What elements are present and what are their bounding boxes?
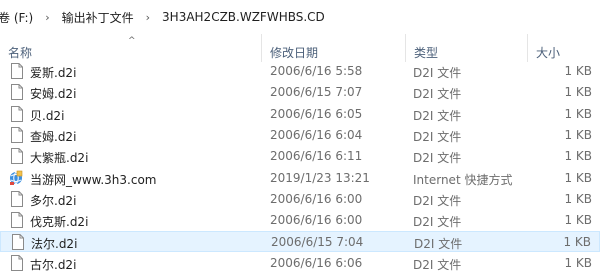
file-icon bbox=[10, 63, 24, 79]
breadcrumb-separator-icon[interactable]: › bbox=[138, 11, 158, 24]
file-modified-date: 2019/1/23 13:21 bbox=[270, 170, 370, 185]
file-size: 1 KB bbox=[564, 255, 592, 270]
file-name: 法尔.d2i bbox=[31, 237, 78, 252]
file-row[interactable]: 当游网_www.3h3.com 2019/1/23 13:21 Internet 快… bbox=[0, 168, 600, 189]
file-name: 贝.d2i bbox=[30, 108, 65, 123]
file-row[interactable]: 爱斯.d2i 2006/6/16 5:58 D2I 文件 1 KB bbox=[0, 61, 600, 82]
file-type: D2I 文件 bbox=[414, 237, 463, 252]
breadcrumb-separator-icon[interactable]: › bbox=[37, 11, 57, 24]
column-header-name[interactable]: 名称 bbox=[0, 34, 262, 62]
file-name: 伐克斯.d2i bbox=[30, 215, 89, 230]
file-modified-date: 2006/6/16 6:00 bbox=[270, 191, 363, 206]
file-size: 1 KB bbox=[564, 149, 592, 164]
file-icon bbox=[10, 126, 24, 143]
file-modified-date: 2006/6/16 5:58 bbox=[270, 64, 363, 78]
file-row[interactable]: 法尔.d2i 2006/6/15 7:04 D2I 文件 1 KB bbox=[0, 231, 600, 253]
file-type: D2I 文件 bbox=[413, 129, 462, 144]
file-type: D2I 文件 bbox=[413, 193, 462, 208]
file-modified-date: 2006/6/16 6:11 bbox=[270, 149, 363, 164]
file-type: D2I 文件 bbox=[413, 215, 462, 230]
breadcrumb-item-current[interactable]: 3H3AH2CZB.WZFWHBS.CD bbox=[158, 10, 329, 24]
column-header-type[interactable]: 类型 bbox=[406, 34, 528, 62]
file-type: D2I 文件 bbox=[413, 87, 462, 102]
file-icon bbox=[10, 105, 24, 122]
column-header-date[interactable]: 修改日期 bbox=[262, 34, 406, 62]
file-row[interactable]: 贝.d2i 2006/6/16 6:05 D2I 文件 1 KB bbox=[0, 104, 600, 125]
file-name: 查姆.d2i bbox=[30, 129, 77, 144]
file-icon bbox=[10, 254, 24, 271]
file-modified-date: 2006/6/15 7:04 bbox=[271, 235, 364, 250]
file-modified-date: 2006/6/16 6:04 bbox=[270, 127, 363, 142]
file-row[interactable]: 多尔.d2i 2006/6/16 6:00 D2I 文件 1 KB bbox=[0, 189, 600, 210]
file-name: 当游网_www.3h3.com bbox=[30, 172, 157, 187]
file-row[interactable]: 查姆.d2i 2006/6/16 6:04 D2I 文件 1 KB bbox=[0, 125, 600, 146]
file-icon bbox=[11, 234, 25, 251]
column-header-row: ^ 名称 修改日期 类型 大小 bbox=[0, 34, 600, 62]
internet-shortcut-icon bbox=[8, 170, 23, 186]
file-size: 1 KB bbox=[564, 85, 592, 100]
file-name: 爱斯.d2i bbox=[30, 66, 77, 80]
file-size: 1 KB bbox=[564, 127, 592, 142]
breadcrumb-item-drive[interactable]: 卷 (F:) bbox=[0, 9, 37, 26]
file-name: 多尔.d2i bbox=[30, 193, 77, 208]
file-modified-date: 2006/6/16 6:00 bbox=[270, 213, 363, 228]
file-icon bbox=[10, 190, 24, 207]
file-size: 1 KB bbox=[564, 191, 592, 206]
file-name: 古尔.d2i bbox=[30, 257, 77, 272]
column-header-size[interactable]: 大小 bbox=[528, 34, 600, 62]
file-type: Internet 快捷方式 bbox=[413, 172, 513, 187]
file-size: 1 KB bbox=[564, 64, 592, 78]
file-size: 1 KB bbox=[563, 235, 591, 250]
file-type: D2I 文件 bbox=[413, 151, 462, 166]
file-type: D2I 文件 bbox=[413, 257, 462, 272]
file-icon bbox=[10, 212, 24, 229]
file-row[interactable]: 大紫瓶.d2i 2006/6/16 6:11 D2I 文件 1 KB bbox=[0, 146, 600, 167]
file-row[interactable]: 古尔.d2i 2006/6/16 6:06 D2I 文件 1 KB bbox=[0, 253, 600, 274]
file-modified-date: 2006/6/15 7:07 bbox=[270, 85, 363, 100]
file-size: 1 KB bbox=[564, 213, 592, 228]
file-size: 1 KB bbox=[564, 170, 592, 185]
file-size: 1 KB bbox=[564, 106, 592, 121]
breadcrumb: 卷 (F:) › 输出补丁文件 › 3H3AH2CZB.WZFWHBS.CD bbox=[0, 0, 600, 35]
file-row[interactable]: 安姆.d2i 2006/6/15 7:07 D2I 文件 1 KB bbox=[0, 82, 600, 103]
file-icon bbox=[10, 148, 24, 165]
file-modified-date: 2006/6/16 6:06 bbox=[270, 255, 363, 270]
file-name: 安姆.d2i bbox=[30, 87, 77, 102]
file-row[interactable]: 伐克斯.d2i 2006/6/16 6:00 D2I 文件 1 KB bbox=[0, 210, 600, 231]
file-modified-date: 2006/6/16 6:05 bbox=[270, 106, 363, 121]
file-name: 大紫瓶.d2i bbox=[30, 151, 89, 166]
breadcrumb-item-folder[interactable]: 输出补丁文件 bbox=[58, 9, 138, 26]
file-type: D2I 文件 bbox=[413, 66, 462, 80]
file-icon bbox=[10, 84, 24, 101]
file-type: D2I 文件 bbox=[413, 108, 462, 123]
